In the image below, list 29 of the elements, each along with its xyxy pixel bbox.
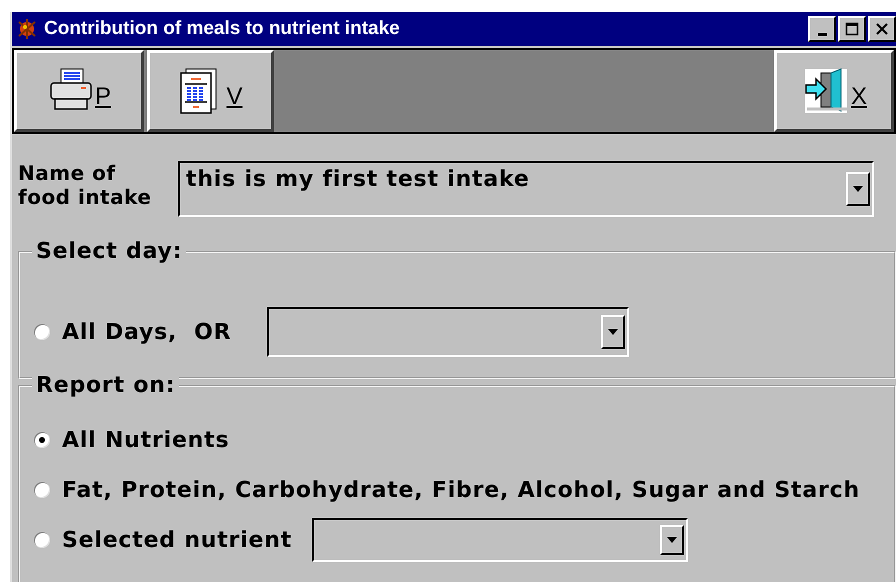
bug-icon <box>16 18 38 40</box>
dropdown-arrow-icon[interactable] <box>853 186 863 192</box>
radio-label: All Nutrients <box>62 428 230 452</box>
window-title: Contribution of meals to nutrient intake <box>44 18 401 40</box>
close-icon <box>875 22 889 36</box>
radio-label: Fat, Protein, Carbohydrate, Fibre, Alcohol, Sugar and Starch <box>62 478 860 502</box>
radio-button[interactable] <box>34 432 50 448</box>
field-label: Name of food intake <box>18 161 152 209</box>
document-button[interactable]: V <box>147 50 274 132</box>
close-button[interactable] <box>868 16 896 42</box>
radio-label: Selected nutrient <box>62 528 292 552</box>
minimize-button[interactable] <box>808 16 836 42</box>
radio-label: All Days, OR <box>62 320 232 344</box>
radio-button[interactable] <box>34 482 50 498</box>
radio-button[interactable] <box>34 324 50 340</box>
door-button[interactable]: X <box>774 50 894 132</box>
printer-button[interactable]: P <box>14 50 144 132</box>
maximize-button[interactable] <box>838 16 866 42</box>
dropdown-arrow-icon[interactable] <box>667 537 678 543</box>
door-icon <box>803 67 849 115</box>
intake-dropdown[interactable]: this is my first test intake <box>178 161 874 217</box>
day-dropdown[interactable] <box>267 307 630 357</box>
radio-button[interactable] <box>34 532 50 548</box>
minimize-icon <box>818 33 826 36</box>
dropdown-arrow-icon[interactable] <box>608 329 618 335</box>
group-title: Select day: <box>32 239 186 264</box>
group-title: Report on: <box>32 373 180 398</box>
nutrient-dropdown[interactable] <box>312 518 688 562</box>
maximize-icon <box>845 22 859 36</box>
